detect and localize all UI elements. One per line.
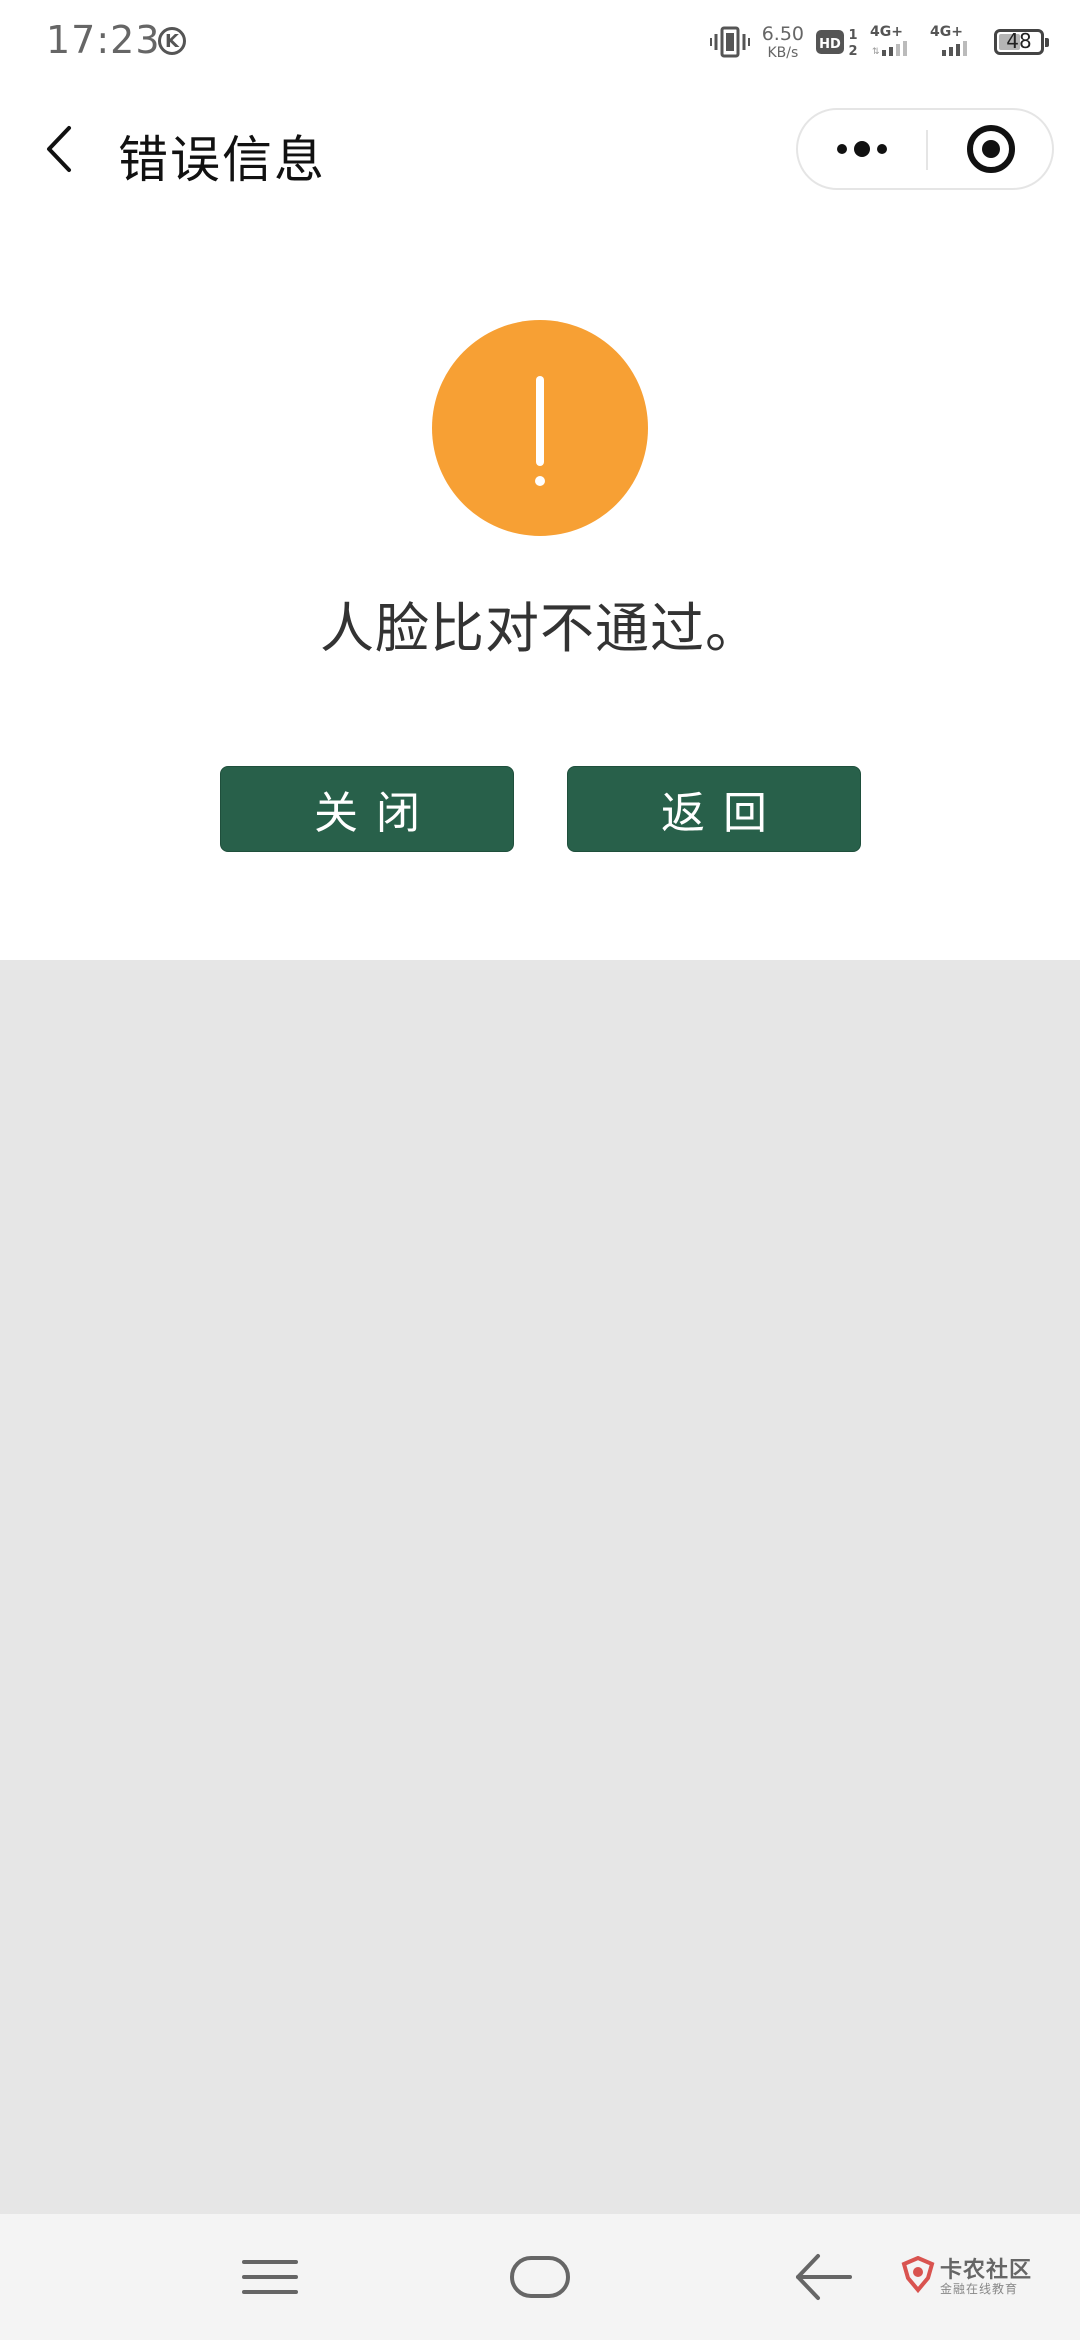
sim1-signal-icon: 4G+ ⇅ [870,24,907,57]
more-button[interactable] [798,110,926,188]
home-rounded-rect-icon[interactable] [508,2252,572,2302]
title-bar: 错误信息 [0,84,1080,214]
exclamation-bar [536,376,544,466]
warning-exclamation-icon [432,320,648,536]
close-button[interactable]: 关闭 [220,766,514,852]
network-speed: 6.50 KB/s [761,22,804,61]
return-button[interactable]: 返回 [567,766,861,852]
arrow-left-icon[interactable] [794,2250,854,2304]
sim2-signal-icon: 4G+ [930,24,967,56]
system-nav-bar: 卡农社区 金融在线教育 [0,2214,1080,2340]
more-dots-icon [837,141,887,157]
vibrate-icon [709,26,750,58]
page-title: 错误信息 [118,131,326,189]
menu-lines-icon[interactable] [240,2252,300,2302]
watermark-logo-icon [901,2256,935,2294]
chevron-left-icon [47,126,71,172]
watermark-subtitle: 金融在线教育 [940,2282,1019,2296]
error-content: 人脸比对不通过。 关闭 返回 [0,214,1080,960]
close-mini-program-button[interactable] [928,110,1054,188]
status-icons: 6.50 KB/s HD 1 2 4G+ ⇅ 4G+ 48 [709,20,1049,64]
hd-sim2-text: 2 [848,44,857,59]
sim1-network-label: 4G+ [870,24,903,40]
battery-level: 48 [1006,29,1032,53]
battery-icon: 48 [994,29,1049,55]
status-bar: 17:23 K 6.50 KB/s HD 1 2 4G+ ⇅ 4G+ 48 [0,0,1080,84]
status-time: 17:23 [46,18,161,62]
k-circle-icon: K [158,27,186,55]
network-speed-value: 6.50 [761,22,804,45]
error-message: 人脸比对不通过。 [320,597,760,660]
network-speed-unit: KB/s [767,44,799,61]
hd-badge-text: HD [819,37,841,52]
watermark: 卡农社区 金融在线教育 [900,2252,1060,2302]
hd-icon: HD 1 2 [816,28,858,59]
target-close-icon [967,125,1015,173]
sim2-network-label: 4G+ [930,24,963,40]
mini-program-capsule [796,108,1054,190]
back-button[interactable] [30,114,90,184]
hd-sim1-text: 1 [848,28,857,43]
svg-text:⇅: ⇅ [872,47,880,57]
exclamation-dot [535,476,545,486]
